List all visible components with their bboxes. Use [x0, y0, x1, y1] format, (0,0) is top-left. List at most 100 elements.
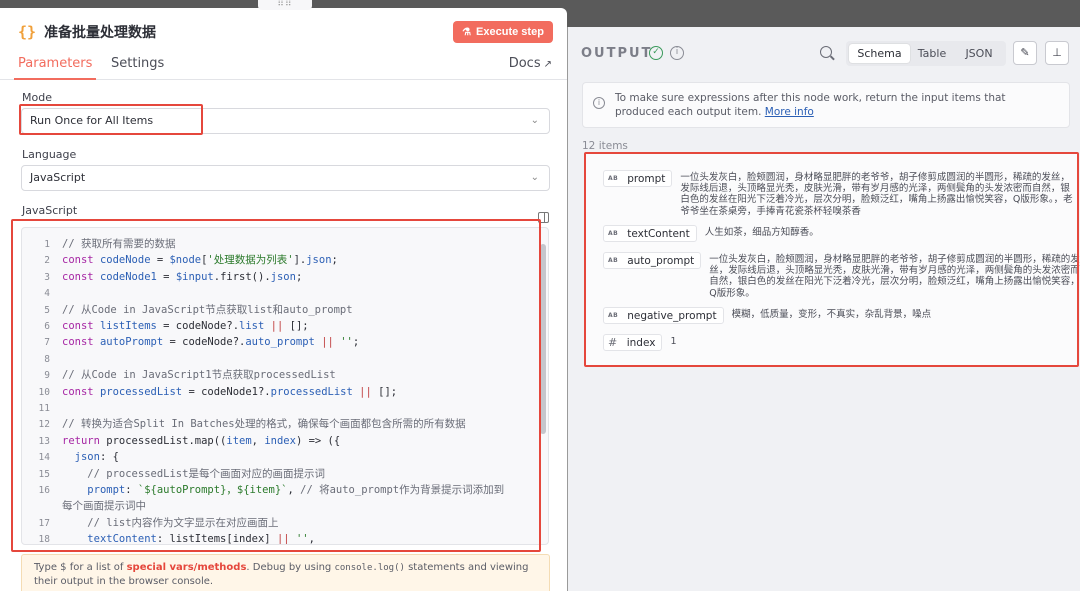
special-vars-link[interactable]: special vars/methods [127, 562, 247, 573]
code-line[interactable]: 15 // processedList是每个画面对应的画面提示词 [22, 466, 542, 482]
code-text: json: { [74, 451, 119, 464]
node-title[interactable]: 准备批量处理数据 [44, 22, 156, 42]
field-key-chip[interactable]: AB negative_prompt [603, 307, 724, 324]
expand-editor-icon[interactable] [538, 212, 549, 223]
field-key: textContent [627, 227, 690, 240]
tab-parameters[interactable]: Parameters [18, 56, 92, 71]
code-line[interactable]: 11 [22, 400, 542, 416]
language-select[interactable]: JavaScript ⌄ [21, 165, 550, 191]
code-text: // 转换为适合Split In Batches处理的格式，确保每个画面都包含所… [62, 418, 466, 431]
execute-step-button[interactable]: ⚗ Execute step [453, 21, 553, 43]
string-type-icon: AB [608, 230, 619, 237]
line-number: 10 [38, 386, 50, 398]
code-line[interactable]: 10 const processedList = codeNode1?.proce… [22, 384, 542, 400]
active-tab-indicator [14, 78, 96, 80]
edit-pencil-icon[interactable]: ✎ [1013, 41, 1037, 65]
code-editor-label: JavaScript [22, 204, 78, 217]
line-number: 11 [38, 403, 50, 414]
line-number: 17 [38, 517, 50, 529]
field-value: 一位头发灰白，脸颊圆润，身材略显肥胖的老爷爷，胡子修剪成圆润的半圆形，稀疏的发丝… [709, 254, 1080, 299]
line-number: 8 [44, 353, 50, 365]
code-text: // 获取所有需要的数据 [62, 238, 176, 250]
code-line[interactable]: 1 // 获取所有需要的数据 [22, 236, 542, 252]
chevron-down-icon: ⌄ [530, 115, 539, 126]
line-number: 18 [38, 534, 50, 545]
code-editor[interactable]: 1 // 获取所有需要的数据 2 const codeNode = $node['处理… [21, 227, 549, 545]
line-number: 7 [44, 337, 50, 349]
schema-row-textcontent: AB textContent 人生如茶，细品方知醇香。 [603, 225, 1065, 242]
language-select-value: JavaScript [30, 171, 86, 184]
line-number: 2 [44, 255, 50, 267]
view-schema[interactable]: Schema [849, 44, 910, 63]
mode-select[interactable]: Run Once for All Items ⌄ [21, 108, 550, 134]
code-text: 每个画面提示词中 [62, 500, 146, 513]
success-check-icon: ✓ [649, 46, 663, 60]
schema-row-prompt: AB prompt 一位头发灰白，脸颊圆润，身材略显肥胖的老爷爷，胡子修剪成圆润的… [603, 170, 1075, 217]
string-type-icon: AB [608, 257, 619, 264]
field-value: 1 [670, 336, 677, 347]
pin-icon[interactable]: ⊥ [1045, 41, 1069, 65]
code-line[interactable]: 4 [22, 285, 542, 301]
line-number: 5 [44, 304, 50, 316]
code-text: const listItems = codeNode?.list || []; [62, 320, 309, 332]
info-icon[interactable]: i [670, 46, 684, 60]
docs-label: Docs [508, 56, 541, 71]
more-info-link[interactable]: More info [765, 106, 814, 118]
code-text: // 从Code in JavaScript1节点获取processedList [62, 369, 336, 382]
view-toggle: Schema Table JSON [846, 41, 1006, 66]
code-text: const codeNode1 = $input.first().json; [62, 270, 303, 283]
drag-handle[interactable]: ⠿⠿ [258, 0, 312, 10]
code-line[interactable]: 每个画面提示词中 [22, 498, 542, 514]
schema-row-auto-prompt: AB auto_prompt 一位头发灰白，脸颊圆润，身材略显肥胖的老爷爷，胡子修… [603, 252, 1080, 299]
field-key: auto_prompt [627, 254, 695, 267]
code-line[interactable]: 16 prompt: `${autoPrompt}，${item}`, // 将… [22, 482, 542, 498]
code-line[interactable]: 18 textContent: listItems[index] || '', [22, 531, 542, 545]
field-key: negative_prompt [627, 309, 717, 322]
field-key-chip[interactable]: # index [603, 334, 663, 351]
docs-link[interactable]: Docs ↗ [509, 56, 552, 71]
line-number: 16 [38, 485, 50, 496]
string-type-icon: AB [608, 175, 619, 182]
code-line[interactable]: 3 const codeNode1 = $input.first().json; [22, 269, 542, 285]
output-notice: i To make sure expressions after this no… [582, 82, 1070, 128]
code-line[interactable]: 17 // list内容作为文字显示在对应画面上 [22, 515, 542, 531]
search-icon[interactable] [820, 46, 832, 58]
line-number: 3 [44, 271, 50, 283]
string-type-icon: AB [608, 312, 619, 319]
field-value: 一位头发灰白，脸颊圆润，身材略显肥胖的老爷爷，胡子修剪成圆润的半圆形，稀疏的发丝… [680, 172, 1073, 217]
code-text: // processedList是每个画面对应的画面提示词 [87, 467, 325, 480]
code-text: textContent: listItems[index] || '', [87, 533, 315, 545]
code-line[interactable]: 6 const listItems = codeNode?.list || []; [22, 318, 542, 334]
hint-text-1: Type $ for a list of [34, 562, 127, 573]
output-title: OUTPUT [581, 46, 653, 61]
field-key: index [626, 336, 656, 349]
editor-scrollbar[interactable] [540, 244, 546, 434]
view-table[interactable]: Table [910, 44, 954, 63]
code-line[interactable]: 8 [22, 351, 542, 367]
field-value: 模糊，低质量，变形，不真实，杂乱背景，噪点 [731, 309, 932, 320]
line-number: 4 [44, 288, 50, 300]
field-key-chip[interactable]: AB prompt [603, 170, 673, 187]
code-line[interactable]: 14 json: { [22, 449, 542, 465]
flask-icon: ⚗ [462, 26, 472, 38]
code-line[interactable]: 2 const codeNode = $node['处理数据为列表'].json; [22, 252, 542, 268]
view-json[interactable]: JSON [954, 44, 1004, 63]
tab-settings[interactable]: Settings [111, 56, 164, 71]
code-line[interactable]: 7 const autoPrompt = codeNode?.auto_promp… [22, 334, 542, 350]
code-text: const codeNode = $node['处理数据为列表'].json; [62, 254, 338, 267]
info-icon: i [593, 97, 605, 109]
code-line[interactable]: 13 return processedList.map((item, index)… [22, 433, 542, 449]
line-number: 13 [38, 435, 50, 447]
field-key-chip[interactable]: AB textContent [603, 225, 697, 242]
code-line[interactable]: 5 // 从Code in JavaScript节点获取list和auto_pro… [22, 302, 542, 318]
line-number: 1 [44, 239, 50, 250]
code-line[interactable]: 9 // 从Code in JavaScript1节点获取processedLis… [22, 367, 542, 383]
field-value: 人生如茶，细品方知醇香。 [704, 227, 819, 238]
field-key-chip[interactable]: AB auto_prompt [603, 252, 702, 269]
code-line[interactable]: 12 // 转换为适合Split In Batches处理的格式，确保每个画面都包… [22, 416, 542, 432]
items-count: 12 items [582, 140, 628, 152]
hint-code: console.log() [334, 563, 405, 573]
mode-select-value: Run Once for All Items [30, 114, 154, 127]
external-link-icon: ↗ [543, 59, 552, 70]
node-header: {} 准备批量处理数据 [18, 22, 156, 42]
